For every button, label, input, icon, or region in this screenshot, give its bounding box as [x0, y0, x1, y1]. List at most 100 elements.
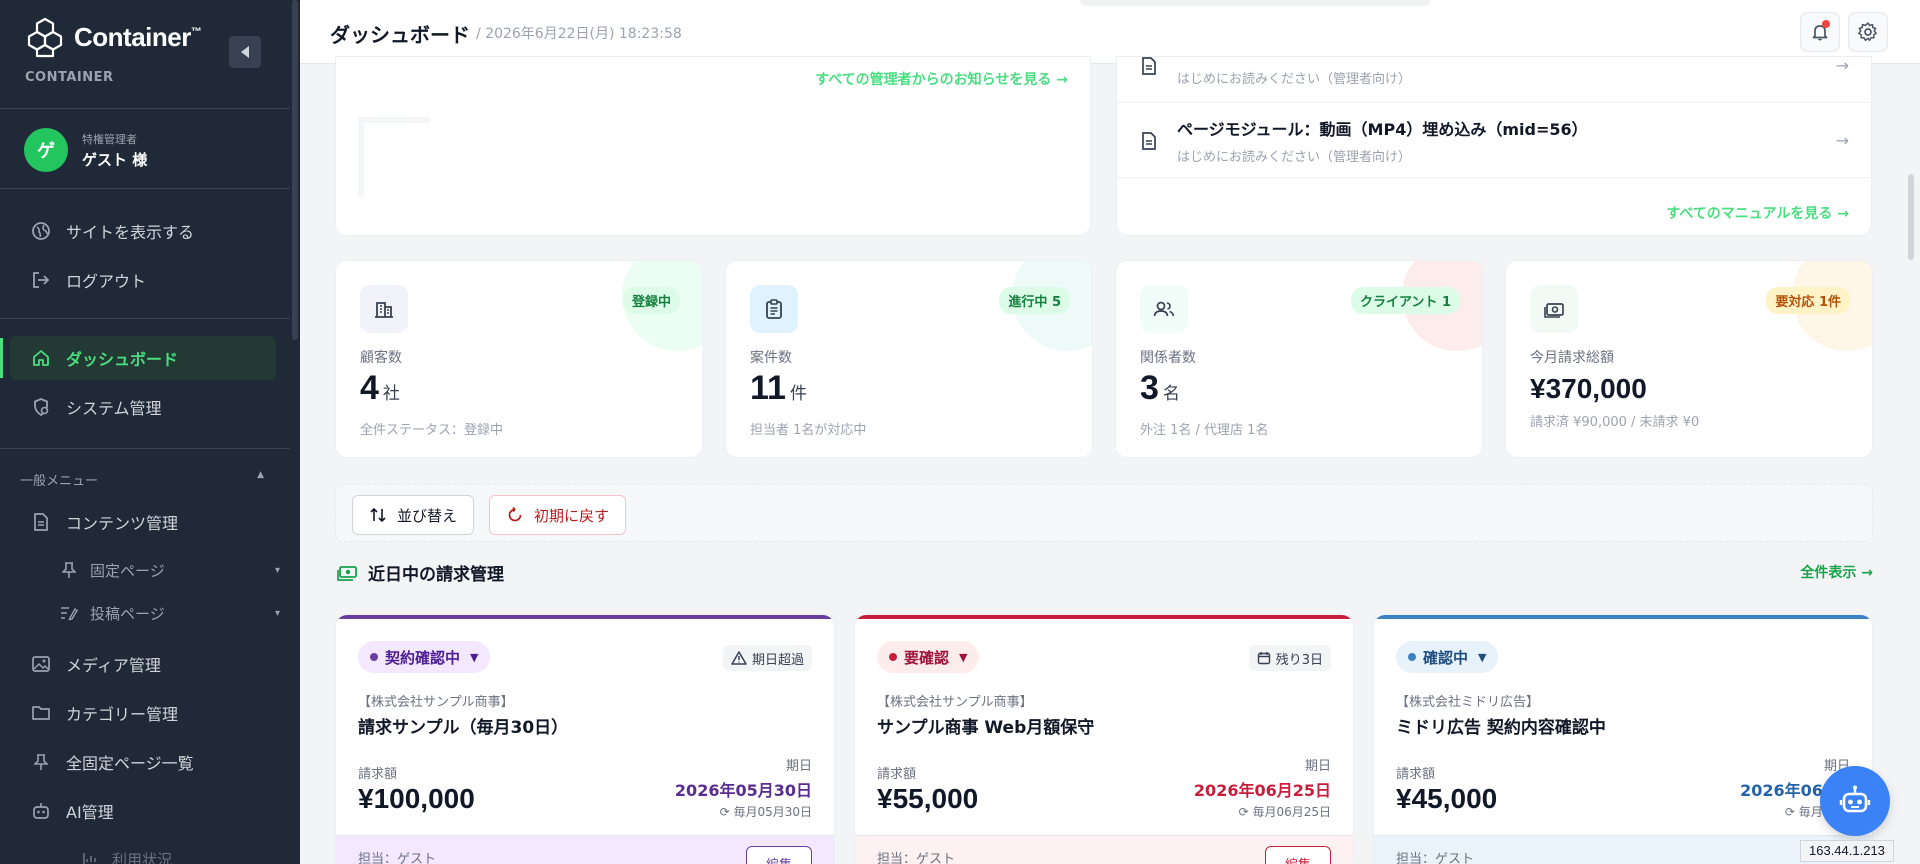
general-menu-heading[interactable]: 一般メニュー ▲ [20, 470, 264, 489]
status-dropdown[interactable]: 確認中 ▼ [1396, 641, 1499, 673]
active-indicator [0, 338, 3, 378]
stat-card-projects[interactable]: 進行中 5 案件数 11 件 担当者 1名が対応中 [725, 260, 1093, 458]
stat-card-customers[interactable]: 登録中 顧客数 4社 全件ステータス：登録中 [335, 260, 703, 458]
brand[interactable]: Container™ [24, 16, 202, 58]
sidebar-item-all-fixed-pages[interactable]: 全固定ページ一覧 [10, 740, 276, 784]
posts-icon [60, 605, 78, 621]
header-decoration [1080, 0, 1430, 6]
settings-button[interactable] [1848, 12, 1888, 52]
robot-icon [30, 800, 52, 822]
refresh-icon [508, 506, 522, 522]
sidebar-item-system[interactable]: システム管理 [10, 385, 276, 429]
stat-label: 顧客数 [360, 350, 402, 366]
sidebar-item-label: コンテンツ管理 [66, 514, 179, 533]
top-header: ダッシュボード / 2026年6月22日(月) 18:23:58 [300, 0, 1920, 64]
due-date: 2026年05月30日 [674, 781, 812, 800]
manual-item[interactable]: ページモジュール：動画（MP4）埋め込み（mid=56） はじめにお読みください… [1117, 104, 1871, 178]
ai-assistant-button[interactable] [1820, 766, 1890, 836]
triangle-left-icon [241, 46, 249, 58]
stat-value: ¥370,000 [1530, 373, 1647, 404]
sidebar-item-posts[interactable]: 投稿ページ ▾ [60, 596, 280, 630]
sidebar-scrollbar[interactable] [292, 0, 298, 340]
amount-label: 請求額 [358, 767, 398, 782]
status-dropdown[interactable]: 契約確認中 ▼ [358, 641, 491, 673]
empty-placeholder [358, 117, 430, 197]
sidebar-item-fixed-pages[interactable]: 固定ページ ▾ [60, 553, 280, 587]
assignee: 担当：ゲスト [877, 852, 956, 864]
sidebar-item-content[interactable]: コンテンツ管理 [10, 500, 276, 544]
document-icon [1142, 57, 1156, 75]
stat-note: 全件ステータス：登録中 [360, 423, 504, 438]
main-scrollbar[interactable] [1908, 174, 1914, 260]
money-icon [337, 565, 357, 581]
billing-amount: ¥55,000 [877, 783, 979, 814]
stat-label: 今月請求総額 [1530, 350, 1614, 366]
view-site-link[interactable]: サイトを表示する [10, 209, 276, 253]
sidebar-item-dashboard[interactable]: ダッシュボード [10, 336, 276, 380]
folder-icon [30, 702, 52, 724]
sidebar-item-ai[interactable]: AI管理 [10, 789, 276, 833]
due-date: 2026年06月25日 [1193, 781, 1331, 800]
view-site-label: サイトを表示する [66, 223, 195, 242]
sidebar-item-label: 固定ページ [90, 561, 165, 580]
card-footer: 担当：ゲスト 編集 [336, 835, 834, 864]
recurrence: ⟳ 毎月05月30日 [719, 805, 812, 819]
client-name: 【株式会社サンプル商事】 [358, 695, 514, 710]
sidebar-item-label: メディア管理 [66, 656, 161, 675]
billing-card[interactable]: 契約確認中 ▼ 期日超過 【株式会社サンプル商事】 請求サンプル（毎月30日） … [335, 614, 835, 864]
manual-subtitle: はじめにお読みください（管理者向け） [1177, 150, 1412, 165]
status-badge: 登録中 [622, 287, 680, 314]
edit-button[interactable]: 編集 [746, 846, 812, 864]
manual-item[interactable]: はじめにお読みください（管理者向け） → [1117, 57, 1871, 103]
due-status-tag: 期日超過 [722, 645, 812, 671]
amount-label: 請求額 [877, 767, 917, 782]
card-accent-bar [336, 615, 834, 619]
status-dot [1408, 653, 1416, 661]
sidebar-item-category[interactable]: カテゴリー管理 [10, 691, 276, 735]
header-datetime: / 2026年6月22日(月) 18:23:58 [476, 26, 682, 42]
stat-value: 11 件 [750, 369, 807, 407]
notification-dot [1822, 20, 1830, 28]
card-accent-bar [855, 615, 1353, 619]
logout-link[interactable]: ログアウト [10, 258, 276, 302]
notification-button[interactable] [1800, 12, 1840, 52]
manual-subtitle: はじめにお読みください（管理者向け） [1177, 72, 1412, 87]
robot-icon [1839, 785, 1871, 813]
stat-label: 案件数 [750, 350, 792, 366]
settings-shield-icon [30, 396, 52, 418]
warning-icon [731, 651, 747, 665]
chevron-down-icon: ▼ [470, 650, 479, 664]
billing-card[interactable]: 確認中 ▼ 【株式会社ミドリ広告】 ミドリ広告 契約内容確認中 請求額 ¥45,… [1373, 614, 1873, 864]
stat-value: 3名 [1140, 369, 1180, 407]
reset-button[interactable]: 初期に戻す [489, 495, 627, 535]
image-icon [30, 653, 52, 675]
billing-card[interactable]: 要確認 ▼ 残り3日 【株式会社サンプル商事】 サンプル商事 Web月額保守 請… [854, 614, 1354, 864]
assignee: 担当：ゲスト [1396, 852, 1475, 864]
divider [0, 188, 290, 189]
pin-icon [30, 751, 52, 773]
edit-button[interactable]: 編集 [1265, 846, 1331, 864]
document-icon [30, 511, 52, 533]
stat-card-stakeholders[interactable]: クライアント 1 関係者数 3名 外注 1名 / 代理店 1名 [1115, 260, 1483, 458]
status-dropdown[interactable]: 要確認 ▼ [877, 641, 980, 673]
sort-button[interactable]: 並び替え [352, 495, 475, 535]
sidebar-item-usage[interactable]: 利用状況 [82, 842, 300, 864]
due-label: 期日 [785, 759, 812, 774]
stat-card-billing-total[interactable]: 要対応 1件 今月請求総額 ¥370,000 請求済 ¥90,000 / 未請求… [1505, 260, 1873, 458]
status-dot [889, 653, 897, 661]
collapse-sidebar-button[interactable] [229, 36, 261, 68]
sidebar-item-media[interactable]: メディア管理 [10, 642, 276, 686]
view-all-billing-link[interactable]: 全件表示 → [1800, 562, 1873, 582]
sidebar-item-label: カテゴリー管理 [66, 705, 179, 724]
billing-title: サンプル商事 Web月額保守 [877, 718, 1095, 738]
building-icon [360, 285, 408, 333]
logout-label: ログアウト [66, 272, 147, 291]
document-icon [1142, 131, 1156, 150]
ip-address: 163.44.1.213 [1800, 840, 1894, 862]
all-manuals-link[interactable]: すべてのマニュアルを見る → [1666, 203, 1849, 223]
sidebar-item-label: 利用状況 [112, 850, 173, 864]
billing-title: 請求サンプル（毎月30日） [358, 718, 569, 738]
card-footer: 担当：ゲスト 編集 [855, 835, 1353, 864]
gear-icon [1858, 22, 1877, 42]
all-notices-link[interactable]: すべての管理者からのお知らせを見る → [815, 69, 1068, 89]
